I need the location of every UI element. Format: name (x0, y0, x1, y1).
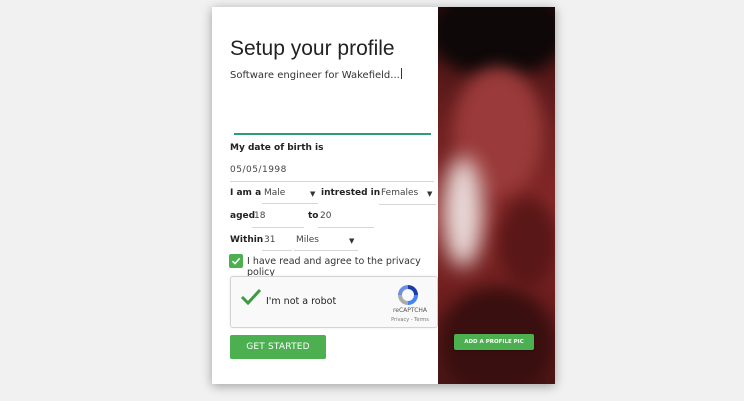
recaptcha-privacy-terms-link[interactable]: Privacy - Terms (389, 317, 431, 323)
age-to-input[interactable]: 20 (320, 211, 331, 221)
unit-value: Miles (296, 235, 319, 245)
within-label: Within (230, 235, 264, 245)
chevron-down-icon: ▼ (310, 190, 316, 198)
bio-textarea[interactable]: Software engineer for Wakefield... (230, 68, 430, 134)
age-to-underline (318, 227, 374, 228)
age-from-underline (252, 227, 304, 228)
iam-label: I am a (230, 188, 262, 198)
profile-form: Setup your profile Software engineer for… (212, 7, 438, 384)
aged-label: aged (230, 211, 256, 221)
dob-underline (230, 181, 434, 182)
captcha-label: I'm not a robot (266, 296, 337, 307)
gender-value: Male (264, 188, 286, 198)
age-from-input[interactable]: 18 (254, 211, 265, 221)
dob-input[interactable]: 05/05/1998 (230, 165, 287, 175)
recaptcha-brand: reCAPTCHA (392, 307, 428, 314)
interested-label: intrested in (321, 188, 381, 198)
privacy-agree-label: I have read and agree to the privacy pol… (247, 256, 421, 278)
distance-input[interactable]: 31 (264, 235, 275, 245)
add-profile-pic-button[interactable]: ADD A PROFILE PIC (454, 334, 534, 350)
checkmark-icon (231, 257, 241, 265)
bio-underline (234, 133, 431, 135)
dob-label: My date of birth is (230, 143, 324, 153)
interest-value: Females (381, 188, 419, 198)
photo-shadow (498, 197, 555, 287)
get-started-button[interactable]: GET STARTED (230, 335, 326, 359)
to-label: to (308, 211, 319, 221)
page-title: Setup your profile (230, 37, 395, 60)
photo-highlight (443, 157, 483, 267)
captcha-check-icon[interactable] (240, 288, 262, 306)
text-caret (400, 68, 402, 79)
profile-photo (438, 7, 555, 384)
distance-underline (262, 250, 292, 251)
recaptcha-logo-icon (398, 285, 418, 305)
bio-text: Software engineer for Wakefield... (230, 70, 400, 81)
profile-setup-card: Setup your profile Software engineer for… (212, 7, 555, 384)
chevron-down-icon: ▼ (427, 190, 433, 198)
privacy-checkbox[interactable] (229, 254, 243, 268)
chevron-down-icon: ▼ (349, 237, 355, 245)
interest-underline (379, 204, 436, 205)
unit-underline (294, 250, 358, 251)
gender-underline (262, 203, 318, 204)
recaptcha-widget: I'm not a robot reCAPTCHA Privacy - Term… (230, 276, 438, 328)
